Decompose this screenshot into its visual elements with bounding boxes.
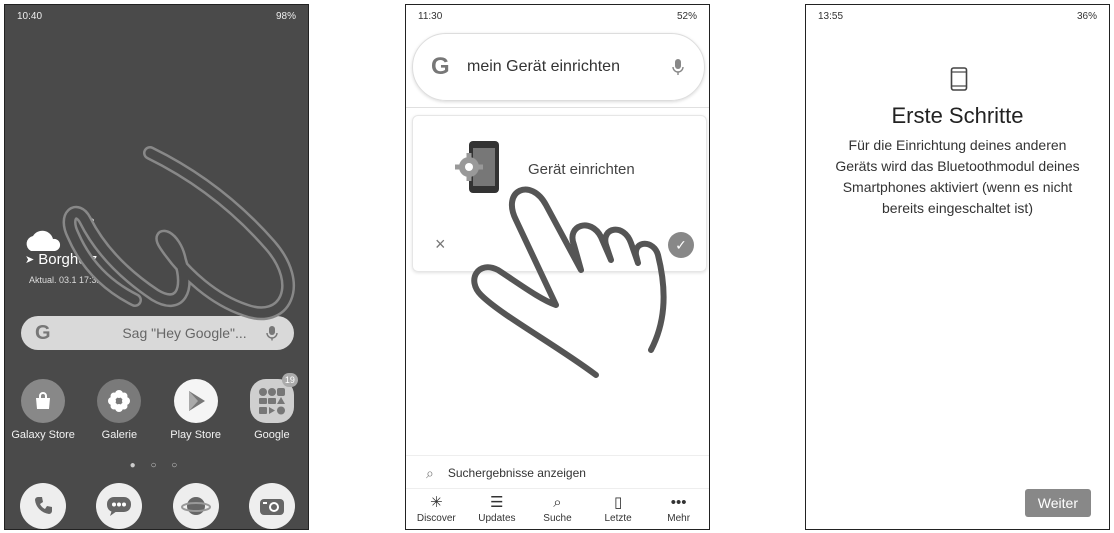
weather-updated: Aktual. 03.1 17:32 <box>29 275 102 285</box>
status-bar: 10:40 98% <box>5 5 308 27</box>
messages-icon[interactable] <box>96 483 143 529</box>
browser-icon[interactable] <box>172 483 219 529</box>
setup-device-card[interactable]: Gerät einrichten × ✓ <box>412 115 707 272</box>
more-icon: ••• <box>670 493 687 511</box>
app-galerie[interactable]: Galerie <box>81 379 157 441</box>
search-icon: ⌕ <box>553 493 562 511</box>
nav-search[interactable]: ⌕ Suche <box>528 489 586 529</box>
nav-label: Discover <box>416 512 456 524</box>
dismiss-button[interactable]: × <box>435 234 446 255</box>
microphone-icon[interactable] <box>670 58 686 76</box>
weather-location: ➤ Borgholz <box>25 251 97 268</box>
next-button[interactable]: Weiter <box>1024 489 1091 517</box>
asterisk-icon: ✳ <box>430 493 443 511</box>
camera-icon[interactable] <box>248 483 295 529</box>
location-pin-icon: ➤ <box>25 254 35 266</box>
google-g-icon: G <box>431 53 450 80</box>
updates-icon: ☰ <box>490 493 504 511</box>
app-label: Galaxy Store <box>11 429 75 441</box>
folder-icon: 19 <box>249 373 298 423</box>
nav-updates[interactable]: ☰ Updates <box>468 489 526 529</box>
bag-icon <box>21 379 66 423</box>
page-title: Erste Schritte <box>891 103 1024 128</box>
notification-badge: 19 <box>281 373 298 387</box>
location-name: Borgholz <box>38 251 98 268</box>
divider <box>406 107 709 108</box>
google-search-bar[interactable]: G Sag "Hey Google"... <box>21 316 294 350</box>
phone-google-search: 11:30 52% G mein Gerät einrichten Gerät … <box>405 4 710 530</box>
nav-more[interactable]: ••• Mehr <box>650 489 708 529</box>
nav-discover[interactable]: ✳ Discover <box>407 489 465 529</box>
app-row: Galaxy Store Galerie Play Store 19 Googl… <box>5 373 308 441</box>
app-label: Play Store <box>170 429 221 441</box>
phone-home-screen: 10:40 98% ° ➤ Borgholz Aktual. 03.1 17:3… <box>4 4 309 530</box>
flower-icon <box>97 379 142 423</box>
nav-label: Suche <box>543 512 572 524</box>
microphone-icon[interactable] <box>264 325 280 341</box>
status-bar: 11:30 52% <box>406 5 709 27</box>
status-time: 10:40 <box>17 10 43 22</box>
play-icon <box>173 379 218 423</box>
app-google-folder[interactable]: 19 Google <box>234 373 308 441</box>
setup-description: Für die Einrichtung deines anderen Gerät… <box>835 137 1080 216</box>
battery-level: 98% <box>275 10 296 22</box>
page-indicator: ● ○ ○ <box>129 460 184 471</box>
phone-icon[interactable] <box>20 483 67 529</box>
status-time: 13:55 <box>818 10 844 22</box>
search-query: mein Gerät einrichten <box>467 58 620 75</box>
app-label: Google <box>254 429 290 441</box>
status-time: 11:30 <box>418 10 443 22</box>
google-g-icon: G <box>35 321 51 344</box>
battery-level: 52% <box>676 10 697 22</box>
card-title: Gerät einrichten <box>528 161 635 178</box>
app-galaxy-store[interactable]: Galaxy Store <box>5 379 81 441</box>
nav-label: Updates <box>478 512 516 524</box>
recent-icon: ▯ <box>613 493 623 511</box>
phone-setup-start: 13:55 36% Erste Schritte Für die Einrich… <box>805 4 1110 530</box>
bottom-navigation: ✳ Discover ☰ Updates ⌕ Suche ▯ Letzte ••… <box>406 488 709 529</box>
confirm-button[interactable]: ✓ <box>668 232 694 258</box>
device-setup-icon <box>455 141 499 193</box>
status-bar: 13:55 36% <box>806 5 1109 27</box>
google-bar-hint: Sag "Hey Google"... <box>122 325 247 341</box>
battery-level: 36% <box>1076 10 1097 22</box>
temperature-unit: ° <box>89 215 95 231</box>
app-play-store[interactable]: Play Store <box>158 379 234 441</box>
smartphone-icon <box>950 67 968 91</box>
dock <box>5 483 308 529</box>
search-box[interactable]: G mein Gerät einrichten <box>412 33 705 101</box>
nav-label: Letzte <box>604 512 632 524</box>
show-search-results-button[interactable]: ⌕ Suchergebnisse anzeigen <box>406 455 709 490</box>
nav-label: Mehr <box>667 512 691 524</box>
app-label: Galerie <box>101 429 138 441</box>
search-results-label: Suchergebnisse anzeigen <box>447 466 586 480</box>
search-icon: ⌕ <box>426 464 434 481</box>
nav-recent[interactable]: ▯ Letzte <box>589 489 647 529</box>
